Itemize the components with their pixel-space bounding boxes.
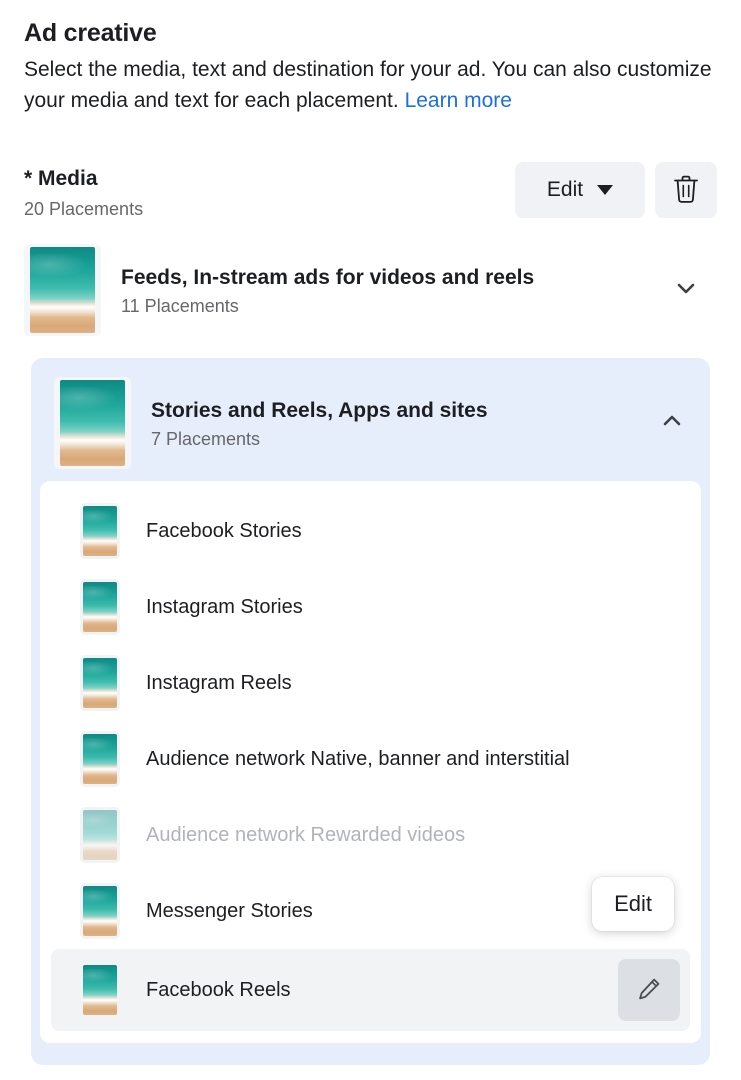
media-header-labels: * Media 20 Placements xyxy=(24,162,143,220)
media-label: * Media xyxy=(24,166,143,192)
placement-group-text: Feeds, In-stream ads for videos and reel… xyxy=(121,264,651,317)
thumbnail-image xyxy=(83,810,117,860)
beach-aerial-thumbnail xyxy=(80,962,120,1018)
list-item-label: Facebook Reels xyxy=(146,977,592,1003)
placement-group-subtitle: 11 Placements xyxy=(121,295,651,317)
thumbnail-image xyxy=(83,734,117,784)
list-item[interactable]: Instagram Reels xyxy=(51,645,690,721)
beach-aerial-thumbnail xyxy=(80,731,120,787)
placement-group-expanded-header[interactable]: Stories and Reels, Apps and sites 7 Plac… xyxy=(40,367,701,481)
beach-aerial-thumbnail xyxy=(80,579,120,635)
ad-creative-page: Ad creative Select the media, text and d… xyxy=(0,0,741,1080)
placement-group-expanded: Stories and Reels, Apps and sites 7 Plac… xyxy=(31,358,710,1065)
placement-list-panel: Facebook Stories Instagram Stories Insta… xyxy=(40,481,701,1043)
beach-aerial-thumbnail xyxy=(24,244,101,336)
media-block: * Media 20 Placements Edit xyxy=(0,162,741,1065)
thumbnail-image xyxy=(83,582,117,632)
beach-aerial-thumbnail xyxy=(80,655,120,711)
thumbnail-image xyxy=(30,247,95,333)
section-description-text: Select the media, text and destination f… xyxy=(24,58,712,112)
page-title: Ad creative xyxy=(24,18,717,48)
placement-group-title: Feeds, In-stream ads for videos and reel… xyxy=(121,264,651,292)
media-header: * Media 20 Placements Edit xyxy=(24,162,717,220)
chevron-down-icon[interactable] xyxy=(671,273,701,308)
section-description: Select the media, text and destination f… xyxy=(24,54,717,116)
list-item-label: Instagram Reels xyxy=(146,670,680,696)
list-item[interactable]: Facebook Stories xyxy=(51,493,690,569)
pencil-icon xyxy=(635,975,663,1006)
learn-more-link[interactable]: Learn more xyxy=(405,89,512,112)
list-item[interactable]: Facebook Reels Edit xyxy=(51,949,690,1031)
list-item-label: Facebook Stories xyxy=(146,518,680,544)
trash-icon xyxy=(673,174,699,207)
list-item-label: Audience network Native, banner and inte… xyxy=(146,746,680,772)
thumbnail-image xyxy=(83,506,117,556)
beach-aerial-thumbnail xyxy=(80,503,120,559)
thumbnail-image xyxy=(83,886,117,936)
media-edit-button-label: Edit xyxy=(547,178,583,202)
list-item-label: Audience network Rewarded videos xyxy=(146,822,680,848)
list-item-label: Instagram Stories xyxy=(146,594,680,620)
media-edit-button[interactable]: Edit xyxy=(515,162,645,218)
beach-aerial-thumbnail xyxy=(80,883,120,939)
media-delete-button[interactable] xyxy=(655,162,717,218)
list-item-edit-button[interactable] xyxy=(618,959,680,1021)
section-header: Ad creative Select the media, text and d… xyxy=(0,0,741,116)
placement-group-title: Stories and Reels, Apps and sites xyxy=(151,397,637,425)
thumbnail-image xyxy=(83,658,117,708)
list-item-disabled: Audience network Rewarded videos xyxy=(51,797,690,873)
placement-group-subtitle: 7 Placements xyxy=(151,428,637,450)
beach-aerial-thumbnail xyxy=(80,807,120,863)
thumbnail-image xyxy=(83,965,117,1015)
media-placements-count: 20 Placements xyxy=(24,198,143,220)
thumbnail-image xyxy=(60,380,125,466)
placement-group-collapsed[interactable]: Feeds, In-stream ads for videos and reel… xyxy=(24,234,717,346)
list-item[interactable]: Audience network Native, banner and inte… xyxy=(51,721,690,797)
media-header-actions: Edit xyxy=(515,162,717,218)
chevron-down-icon xyxy=(597,185,613,195)
edit-tooltip: Edit xyxy=(592,877,674,931)
placement-group-text: Stories and Reels, Apps and sites 7 Plac… xyxy=(151,397,637,450)
list-item[interactable]: Instagram Stories xyxy=(51,569,690,645)
chevron-up-icon[interactable] xyxy=(657,406,687,441)
beach-aerial-thumbnail xyxy=(54,377,131,469)
